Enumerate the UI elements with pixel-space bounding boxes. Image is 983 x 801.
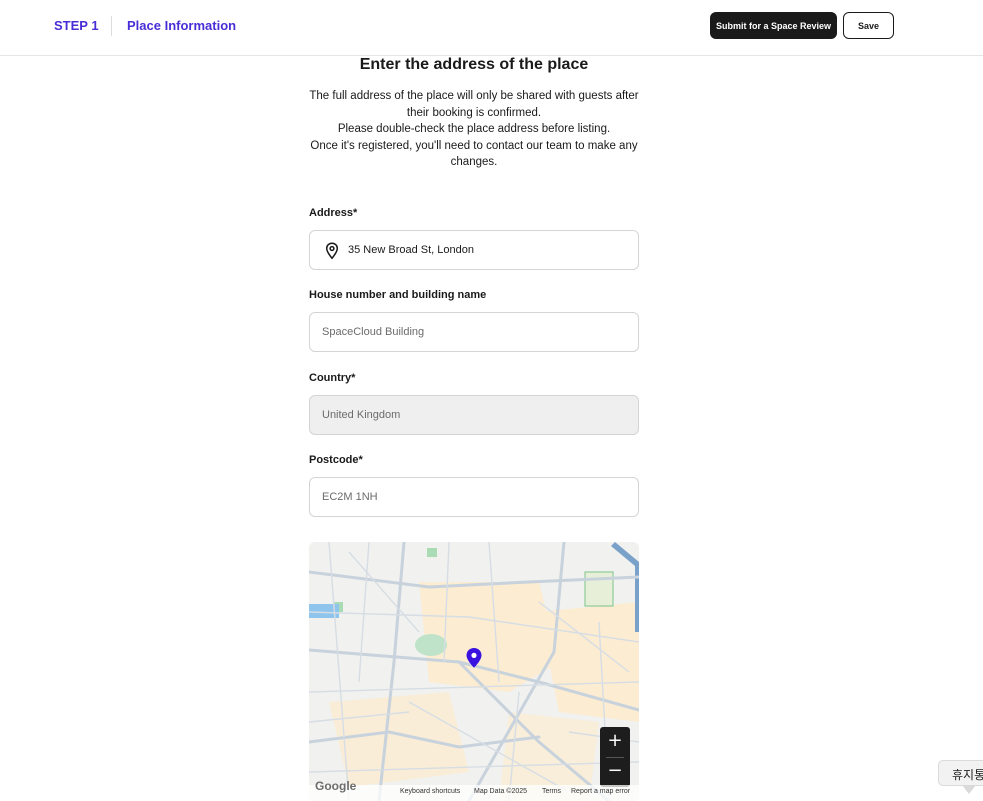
map-data-label: Map Data ©2025 bbox=[474, 788, 528, 795]
top-bar: STEP 1 Place Information Submit for a Sp… bbox=[0, 0, 983, 56]
building-label: House number and building name bbox=[309, 289, 487, 301]
description-line: Please double-check the place address be… bbox=[337, 123, 611, 135]
postcode-input[interactable]: EC2M 1NH bbox=[309, 477, 639, 517]
keyboard-shortcuts-link[interactable]: Keyboard shortcuts bbox=[400, 788, 460, 795]
google-logo: Google bbox=[315, 779, 357, 793]
country-value: United Kingdom bbox=[322, 409, 401, 421]
postcode-label: Postcode* bbox=[309, 454, 363, 466]
header-divider bbox=[111, 16, 112, 36]
zoom-out-button[interactable]: − bbox=[600, 757, 630, 787]
tooltip-label: 휴지통 bbox=[952, 768, 983, 782]
description-line: The full address of the place will only … bbox=[309, 90, 639, 119]
country-field: United Kingdom bbox=[309, 395, 639, 435]
location-pin-icon bbox=[325, 242, 339, 260]
terms-link[interactable]: Terms bbox=[542, 788, 561, 795]
address-input[interactable]: 35 New Broad St, London bbox=[309, 230, 639, 270]
location-map[interactable]: + − Keyboard shortcuts Map Data ©2025 Te… bbox=[309, 542, 639, 801]
step-indicator: STEP 1 bbox=[54, 18, 99, 33]
tooltip-tail bbox=[962, 785, 976, 794]
country-label: Country* bbox=[309, 372, 356, 384]
map-attribution-bar: Keyboard shortcuts Map Data ©2025 Terms … bbox=[309, 785, 639, 801]
report-error-link[interactable]: Report a map error bbox=[571, 788, 630, 795]
map-tiles bbox=[309, 542, 639, 801]
address-value: 35 New Broad St, London bbox=[348, 244, 474, 256]
building-input[interactable]: SpaceCloud Building bbox=[309, 312, 639, 352]
page-title: Place Information bbox=[127, 18, 237, 33]
zoom-controls: + − bbox=[600, 727, 630, 787]
submit-review-button[interactable]: Submit for a Space Review bbox=[710, 12, 837, 39]
zoom-in-button[interactable]: + bbox=[600, 727, 630, 757]
address-label: Address* bbox=[309, 207, 358, 219]
save-button[interactable]: Save bbox=[843, 12, 894, 39]
section-description: The full address of the place will only … bbox=[309, 88, 639, 171]
building-placeholder: SpaceCloud Building bbox=[322, 326, 425, 338]
postcode-placeholder: EC2M 1NH bbox=[322, 491, 378, 503]
floating-tooltip[interactable]: 휴지통 bbox=[938, 760, 983, 786]
description-line: Once it's registered, you'll need to con… bbox=[310, 139, 638, 169]
section-heading: Enter the address of the place bbox=[359, 56, 589, 73]
